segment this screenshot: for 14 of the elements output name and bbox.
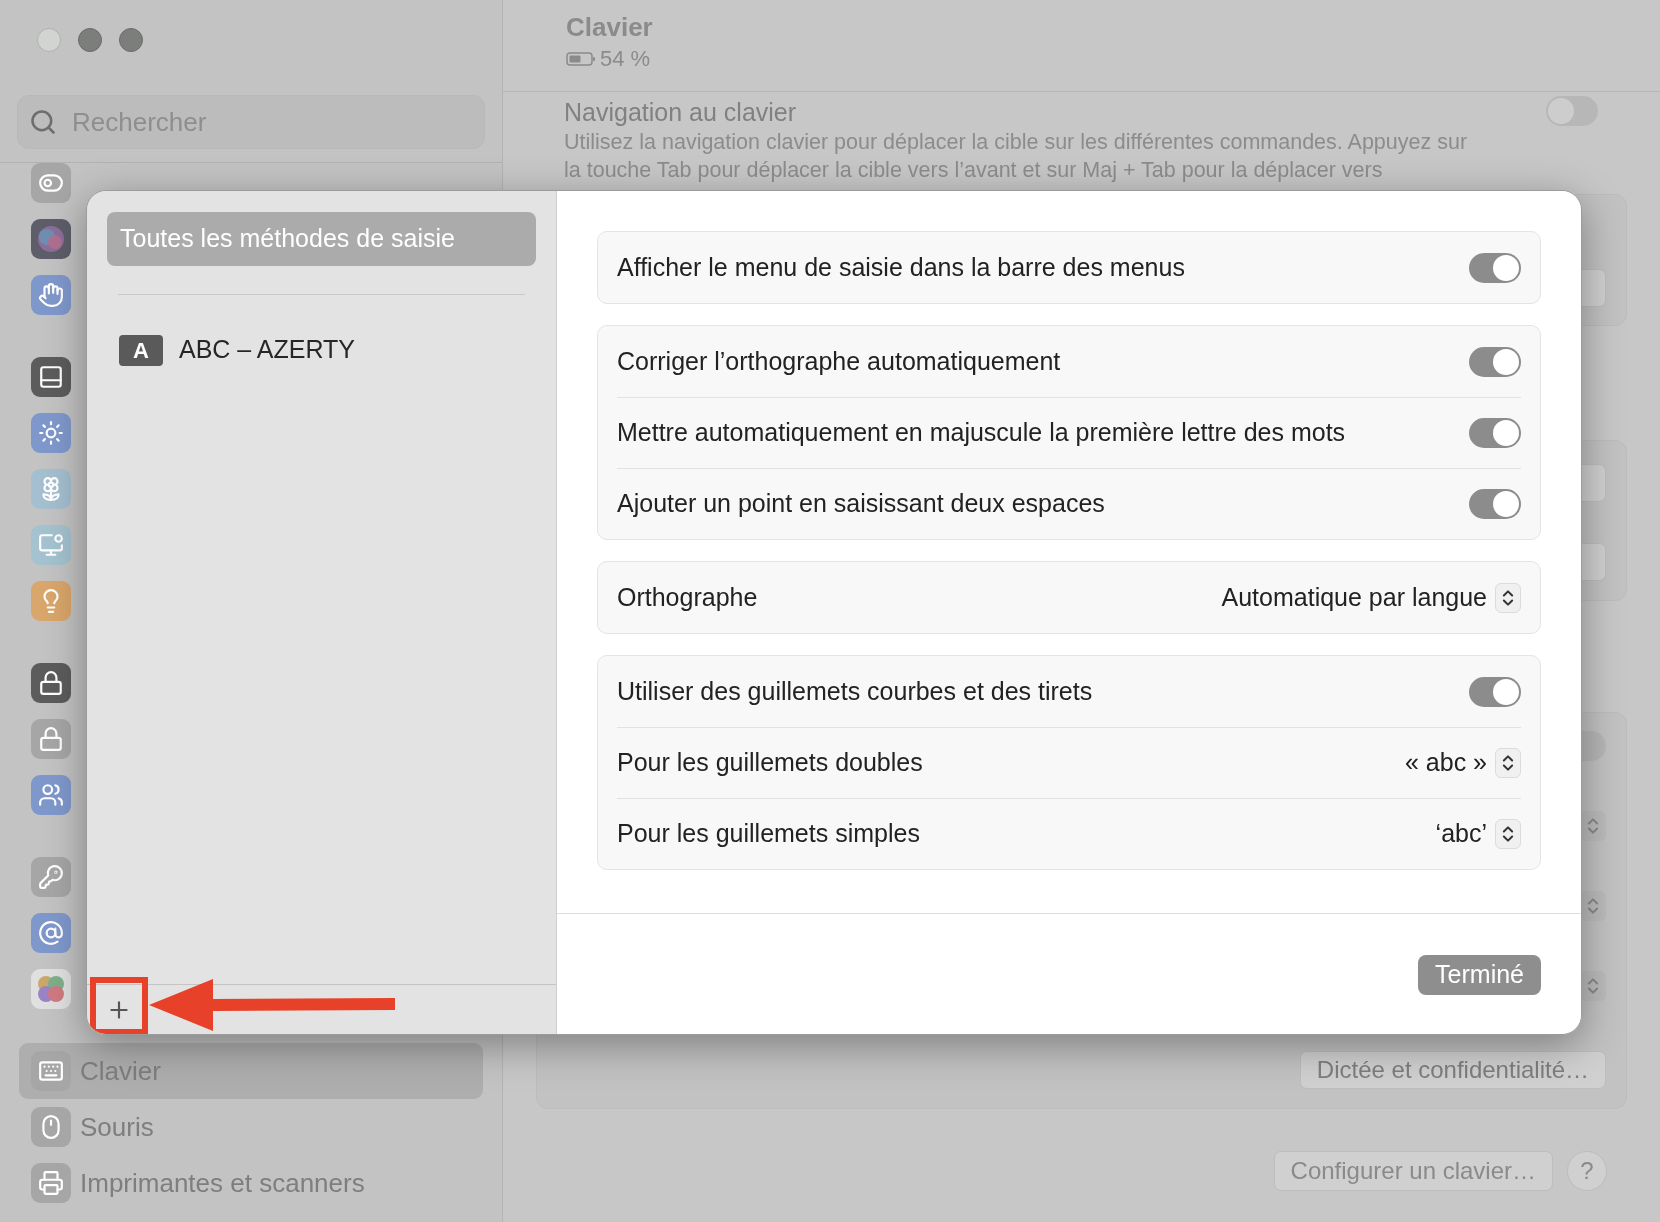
setting-label: Pour les guillemets simples (617, 818, 920, 850)
setting-label: Orthographe (617, 581, 758, 613)
layout-badge: A (119, 334, 163, 366)
layout-label: ABC – AZERTY (179, 334, 355, 366)
setting-label: Mettre automatiquement en majuscule la première lettre des mots (617, 417, 1346, 449)
setting-title: Navigation au clavier (564, 97, 798, 128)
battery-level: 54 % (600, 45, 651, 73)
setting-label: Utiliser des guillemets courbes et des tirets (617, 675, 1093, 707)
page-title: Clavier (566, 12, 654, 42)
setting-label: Pour les guillemets doubles (617, 747, 923, 779)
setting-label: Afficher le menu de saisie dans la barre des menus (617, 251, 1185, 283)
setting-description: Utilisez la navigation clavier pour déplacer la cible sur les différentes commandes. Appuyez sur la touche Tab pour déplacer la cible vers l’avant et sur Maj + Tab pour la déplacer vers (564, 129, 1469, 184)
setting-label: Corriger l’orthographe automatiquement (617, 345, 1061, 377)
setting-label: Ajouter un point en saisissant deux espaces (617, 488, 1105, 520)
